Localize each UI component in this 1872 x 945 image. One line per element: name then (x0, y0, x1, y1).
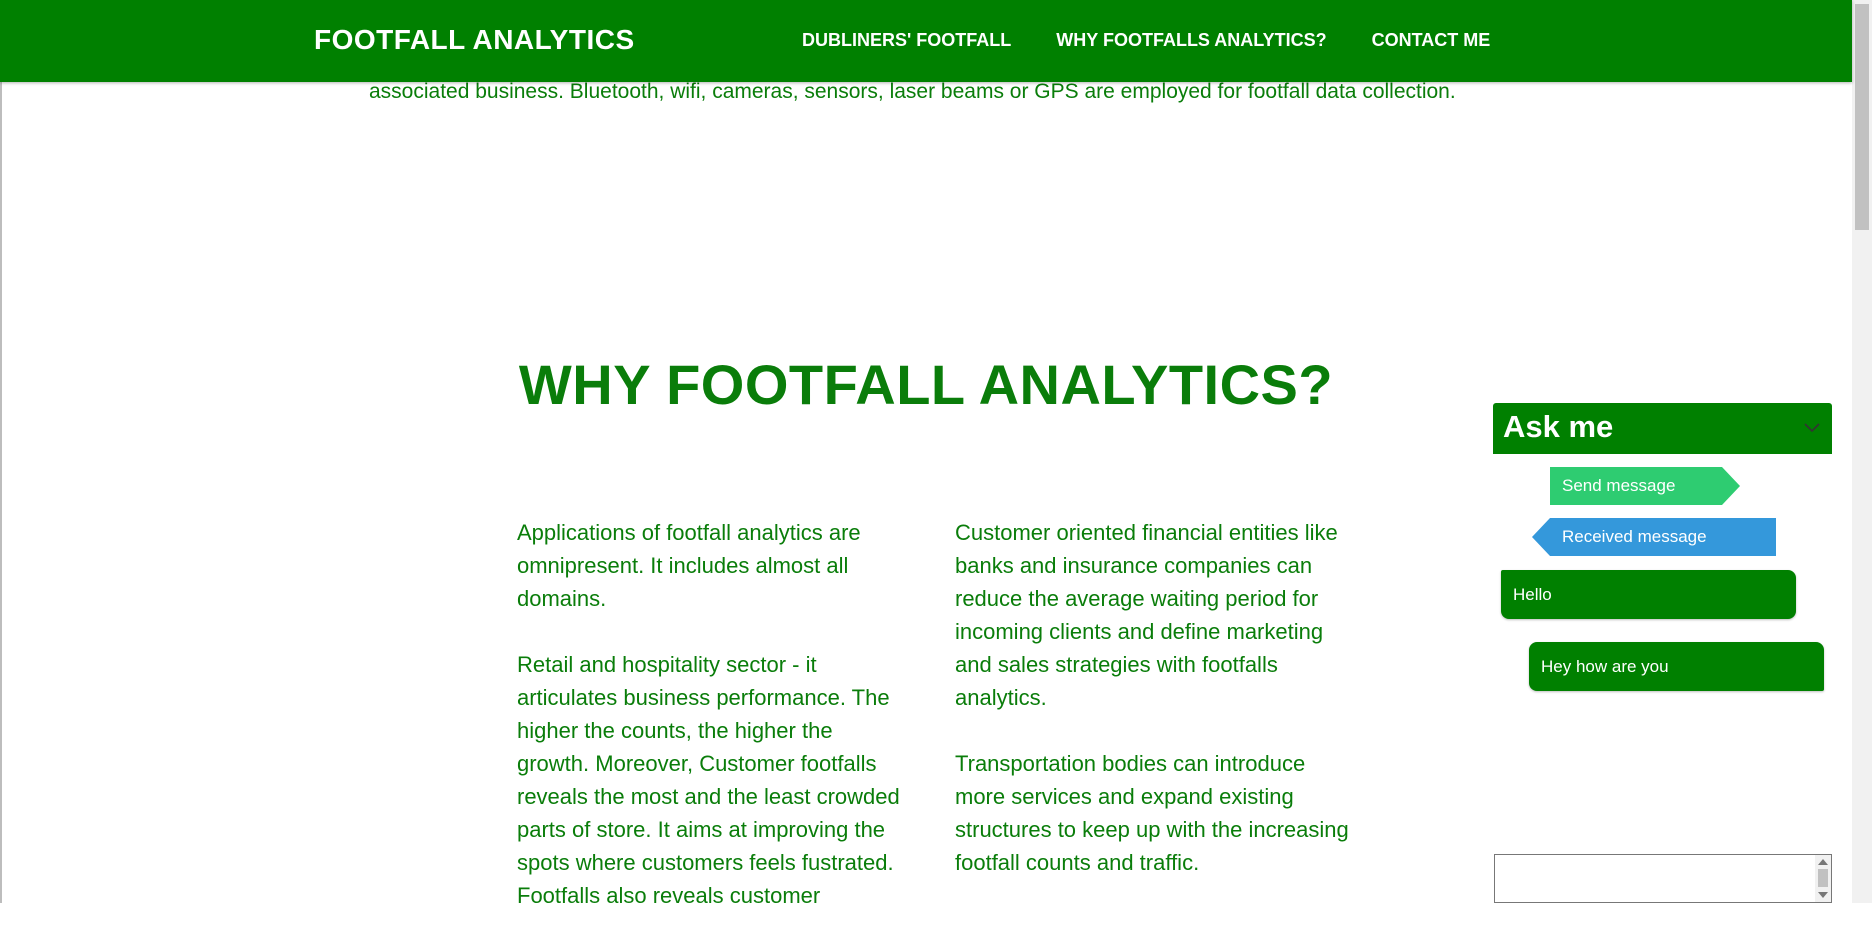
page-left-border (0, 0, 2, 903)
top-navbar: FOOTFALL ANALYTICS DUBLINERS' FOOTFALL W… (0, 0, 1852, 82)
nav-link-dubliners-footfall[interactable]: DUBLINERS' FOOTFALL (802, 30, 1011, 51)
received-message-legend: Received message (1532, 518, 1776, 556)
left-paragraph-applications: Applications of footfall analytics are o… (517, 520, 861, 611)
send-message-legend: Send message (1550, 467, 1740, 505)
chat-message-input[interactable] (1494, 854, 1832, 903)
site-brand[interactable]: FOOTFALL ANALYTICS (314, 24, 635, 56)
why-left-column: Applications of footfall analytics are o… (517, 516, 909, 945)
right-paragraph-financial: Customer oriented financial entities lik… (955, 520, 1338, 710)
chat-message: Hello (1501, 570, 1796, 619)
chat-header[interactable]: Ask me (1493, 403, 1832, 454)
why-right-column: Customer oriented financial entities lik… (955, 516, 1355, 912)
scroll-down-arrow-icon[interactable] (1818, 892, 1828, 898)
nav-link-why-footfalls-analytics[interactable]: WHY FOOTFALLS ANALYTICS? (1056, 30, 1326, 51)
right-paragraph-transportation: Transportation bodies can introduce more… (955, 751, 1349, 875)
left-paragraph-retail: Retail and hospitality sector - it artic… (517, 652, 900, 908)
nav-link-contact-me[interactable]: CONTACT ME (1372, 30, 1491, 51)
nav-links: DUBLINERS' FOOTFALL WHY FOOTFALLS ANALYT… (802, 30, 1535, 51)
chat-input-scrollbar[interactable] (1815, 855, 1831, 902)
page-scrollbar[interactable] (1852, 0, 1872, 903)
chat-input-scroll-thumb[interactable] (1818, 869, 1828, 887)
page-scroll-thumb[interactable] (1855, 4, 1869, 230)
chat-message: Hey how are you (1529, 642, 1824, 691)
intro-paragraph-tail: associated business. Bluetooth, wifi, ca… (369, 80, 1456, 103)
chat-title: Ask me (1503, 409, 1614, 444)
scroll-up-arrow-icon[interactable] (1818, 859, 1828, 865)
chevron-down-icon[interactable] (1804, 421, 1820, 433)
